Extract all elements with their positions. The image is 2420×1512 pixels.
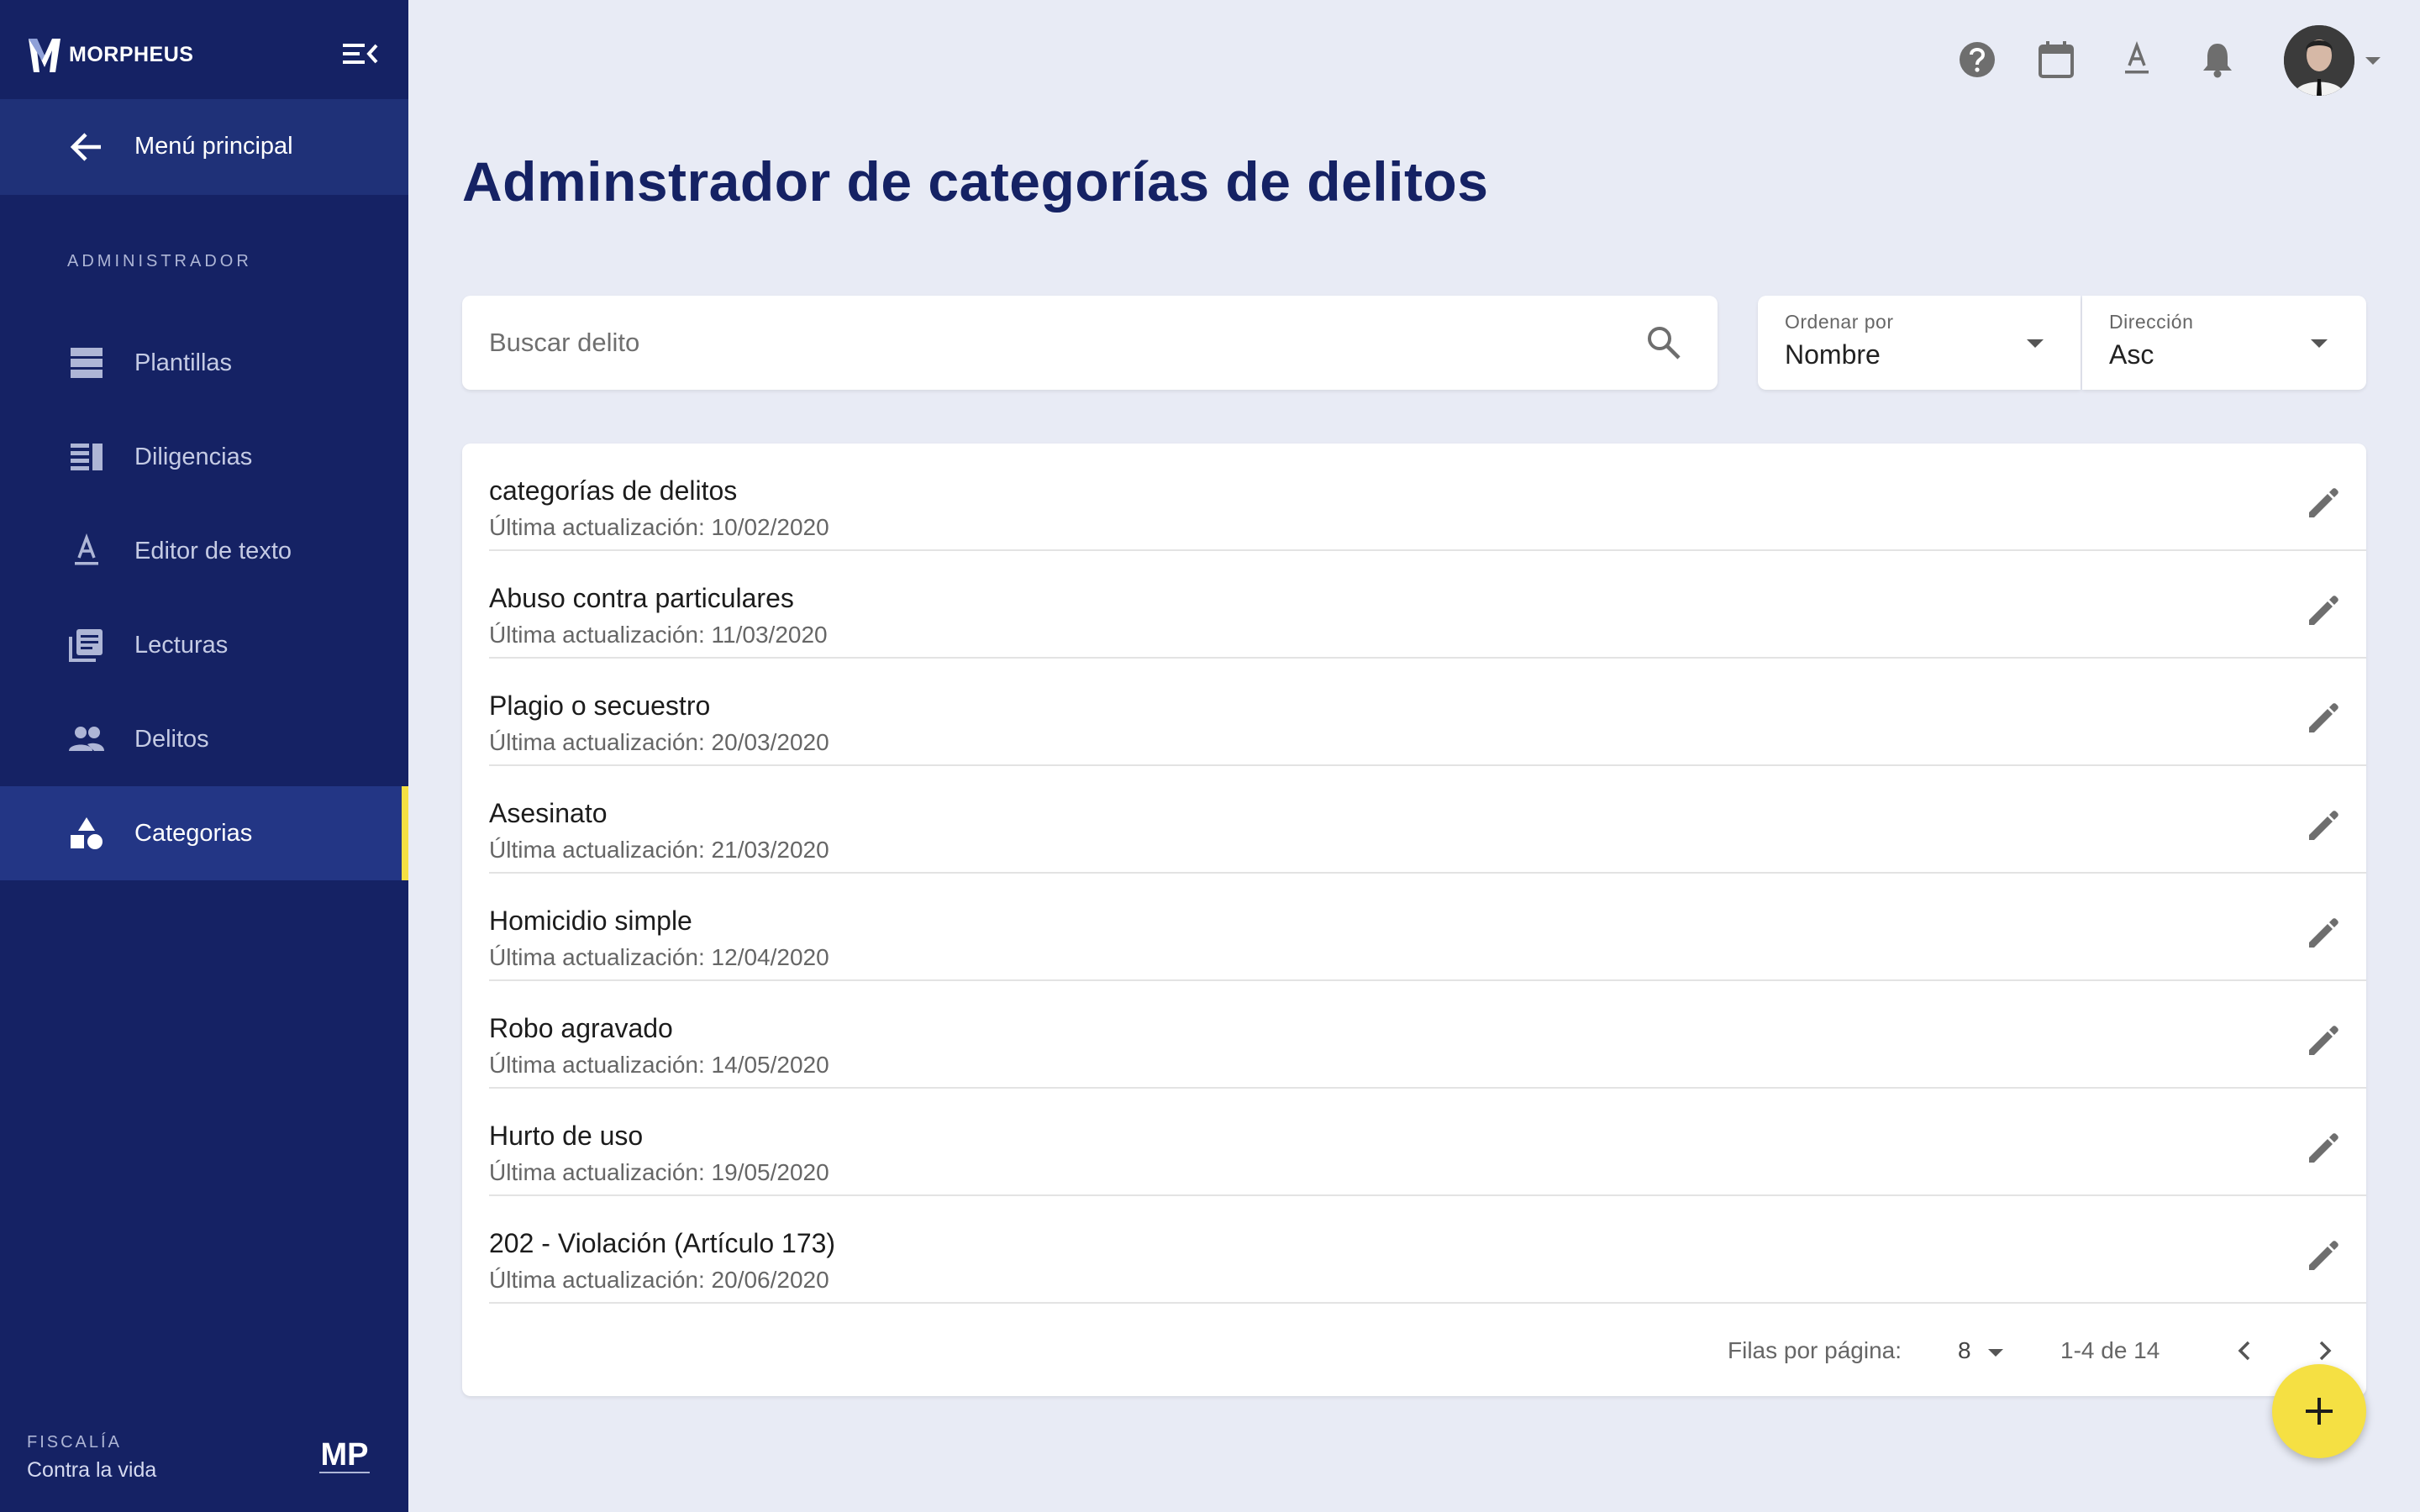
chevron-down-icon (2027, 339, 2044, 348)
search-box (462, 296, 1718, 390)
view-list-icon (71, 348, 103, 378)
sidebar-item-label: Categorias (134, 820, 253, 847)
edit-icon[interactable] (2304, 914, 2343, 953)
list-item[interactable]: Asesinato Última actualización: 21/03/20… (489, 766, 2366, 874)
sort-by-value: Nombre (1785, 339, 1881, 370)
edit-icon[interactable] (2304, 1021, 2343, 1060)
add-category-button[interactable] (2272, 1364, 2366, 1458)
sidebar-item-plantillas[interactable]: Plantillas (0, 316, 408, 410)
sidebar-item-categorias[interactable]: Categorias (0, 786, 408, 880)
list-item-title: Plagio o secuestro (489, 690, 711, 721)
calendar-icon[interactable] (2035, 39, 2077, 81)
sidebar-item-editor-de-texto[interactable]: Editor de texto (0, 504, 408, 598)
direction-label: Dirección (2109, 311, 2194, 333)
list-item-subtitle: Última actualización: 19/05/2020 (489, 1159, 829, 1185)
category-icon (71, 817, 103, 849)
direction-select[interactable]: Dirección Asc (2082, 296, 2366, 390)
sidebar: MORPHEUS Menú principal ADMINISTRADOR Pl… (0, 0, 408, 1512)
rows-per-page-label: Filas por página: (1728, 1337, 1902, 1363)
morpheus-logo-icon (29, 39, 60, 72)
back-to-main-menu[interactable]: Menú principal (0, 99, 408, 195)
list-item-title: Robo agravado (489, 1013, 673, 1043)
edit-icon[interactable] (2304, 1129, 2343, 1168)
list-item[interactable]: 202 - Violación (Artículo 173) Última ac… (489, 1196, 2366, 1304)
list-item[interactable]: categorías de delitos Última actualizaci… (489, 444, 2366, 551)
list-item[interactable]: Homicidio simple Última actualización: 1… (489, 874, 2366, 981)
sidebar-item-diligencias[interactable]: Diligencias (0, 410, 408, 504)
list-item-subtitle: Última actualización: 14/05/2020 (489, 1052, 829, 1078)
rows-per-page-select[interactable]: 8 (1958, 1334, 2017, 1368)
list-item-title: Hurto de uso (489, 1121, 644, 1151)
list-item-subtitle: Última actualización: 11/03/2020 (489, 622, 828, 648)
plus-icon (2306, 1398, 2333, 1425)
mp-logo-text: MP (321, 1437, 369, 1473)
arrow-back-icon (70, 133, 101, 161)
edit-icon[interactable] (2304, 806, 2343, 845)
brand-name: MORPHEUS (69, 42, 194, 66)
sidebar-item-label: Delitos (134, 726, 209, 753)
list-item[interactable]: Abuso contra particulares Última actuali… (489, 551, 2366, 659)
list-item-subtitle: Última actualización: 21/03/2020 (489, 837, 829, 863)
mp-logo: MP (319, 1437, 370, 1473)
list-item[interactable]: Robo agravado Última actualización: 14/0… (489, 981, 2366, 1089)
chevron-left-icon[interactable] (2227, 1332, 2264, 1369)
edit-icon[interactable] (2304, 591, 2343, 630)
sidebar-item-label: Plantillas (134, 349, 233, 376)
search-input[interactable] (489, 319, 1623, 366)
back-label: Menú principal (134, 133, 293, 160)
chevron-down-icon (1988, 1349, 2003, 1357)
page-range: 1-4 de 14 (2060, 1337, 2160, 1363)
list-item-subtitle: Última actualización: 12/04/2020 (489, 944, 829, 970)
people-icon (69, 727, 104, 751)
brand[interactable]: MORPHEUS (27, 34, 193, 76)
library-books-icon (69, 629, 103, 662)
list-item-title: categorías de delitos (489, 475, 738, 506)
list-item-title: 202 - Violación (Artículo 173) (489, 1228, 836, 1258)
edit-icon[interactable] (2304, 484, 2343, 522)
list-item-subtitle: Última actualización: 20/06/2020 (489, 1267, 829, 1293)
fiscalia-label: FISCALÍA (27, 1433, 122, 1452)
menu-collapse-icon[interactable] (341, 39, 380, 69)
help-icon[interactable] (1956, 39, 1998, 81)
sidebar-item-label: Lecturas (134, 632, 229, 659)
list-item-title: Homicidio simple (489, 906, 692, 936)
section-label: ADMINISTRADOR (67, 252, 252, 270)
notifications-icon[interactable] (2196, 39, 2238, 81)
page-title: Adminstrador de categorías de delitos (462, 150, 1489, 213)
fiscalia-subtitle: Contra la vida (27, 1458, 157, 1482)
sort-by-select[interactable]: Ordenar por Nombre (1758, 296, 2081, 390)
list-item[interactable]: Plagio o secuestro Última actualización:… (489, 659, 2366, 766)
avatar[interactable] (2284, 25, 2354, 96)
search-icon[interactable] (1645, 324, 1682, 361)
direction-value: Asc (2109, 339, 2154, 370)
view-quilt-icon (71, 444, 103, 470)
sidebar-item-label: Diligencias (134, 444, 253, 470)
sort-by-label: Ordenar por (1785, 311, 1894, 333)
list-item[interactable]: Hurto de uso Última actualización: 19/05… (489, 1089, 2366, 1196)
sidebar-item-lecturas[interactable]: Lecturas (0, 598, 408, 692)
categories-list: categorías de delitos Última actualizaci… (462, 444, 2366, 1396)
list-item-title: Abuso contra particulares (489, 583, 794, 613)
user-avatar-icon (2284, 25, 2354, 96)
chevron-down-icon (2311, 339, 2328, 348)
sidebar-item-delitos[interactable]: Delitos (0, 692, 408, 786)
list-item-title: Asesinato (489, 798, 608, 828)
chevron-down-icon[interactable] (2363, 52, 2383, 69)
text-format-icon[interactable] (2116, 39, 2158, 81)
rows-per-page-value: 8 (1958, 1337, 1971, 1363)
text-format-icon (75, 533, 98, 565)
edit-icon[interactable] (2304, 699, 2343, 738)
edit-icon[interactable] (2304, 1236, 2343, 1275)
list-item-subtitle: Última actualización: 10/02/2020 (489, 514, 829, 540)
sidebar-item-label: Editor de texto (134, 538, 292, 564)
list-item-subtitle: Última actualización: 20/03/2020 (489, 729, 829, 755)
